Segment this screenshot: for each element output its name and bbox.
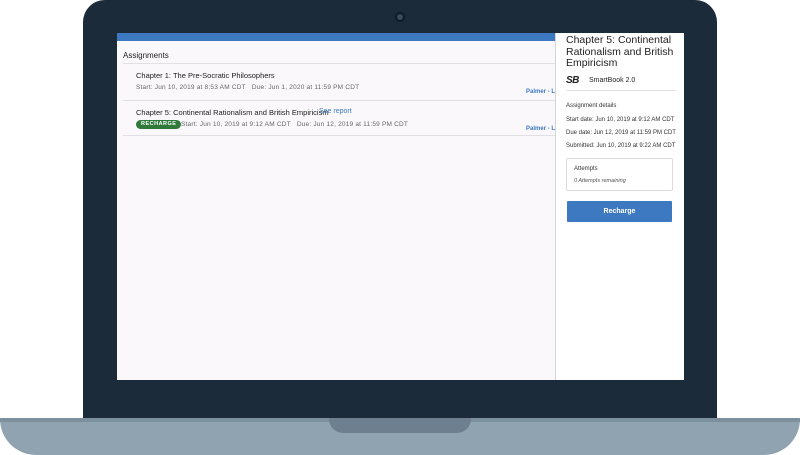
submitted-date: Submitted: Jun 10, 2019 at 9:22 AM CDT <box>566 143 676 149</box>
product-row: SB SmartBook 2.0 <box>566 75 676 91</box>
attempts-title: Attempts <box>574 166 598 172</box>
webcam-icon <box>395 12 405 22</box>
screen: Assignments Chapter 1: The Pre-Socratic … <box>117 33 684 380</box>
instructor-link[interactable]: Palmer - L <box>526 126 555 132</box>
instructor-link[interactable]: Palmer - L <box>526 89 555 95</box>
attempts-remaining: 0 Attempts remaining <box>574 178 626 184</box>
section-title: Assignments <box>123 51 169 60</box>
product-name: SmartBook 2.0 <box>589 77 636 84</box>
start-date: Start date: Jun 10, 2019 at 9:12 AM CDT <box>566 117 675 123</box>
assignments-pane: Assignments Chapter 1: The Pre-Socratic … <box>117 33 555 380</box>
assignment-title[interactable]: Chapter 1: The Pre-Socratic Philosophers <box>136 71 275 80</box>
assignment-dates: Start: Jun 10, 2019 at 9:12 AM CDT Due: … <box>181 121 408 128</box>
recharge-badge: RECHARGE <box>136 120 182 129</box>
assignment-due: Due: Jun 1, 2020 at 11:59 PM CDT <box>251 84 360 91</box>
assignment-detail-panel: Chapter 5: Continental Rationalism and B… <box>555 33 684 380</box>
assignment-list: Chapter 1: The Pre-Socratic Philosophers… <box>123 63 555 136</box>
smartbook-logo-icon: SB <box>566 75 579 86</box>
due-date: Due date: Jun 12, 2019 at 11:59 PM CDT <box>566 130 676 136</box>
top-bar <box>117 33 555 41</box>
assignment-start: Start: Jun 10, 2019 at 8:53 AM CDT <box>136 84 246 91</box>
assignment-card-chapter-1[interactable]: Chapter 1: The Pre-Socratic Philosophers… <box>123 64 555 100</box>
assignment-due: Due: Jun 12, 2019 at 11:59 PM CDT <box>296 121 409 128</box>
see-report-link[interactable]: See report <box>319 108 352 115</box>
assignment-dates: Start: Jun 10, 2019 at 8:53 AM CDT Due: … <box>136 84 359 91</box>
laptop-notch <box>329 418 471 433</box>
recharge-button[interactable]: Recharge <box>567 201 672 222</box>
details-heading: Assignment details <box>566 103 617 109</box>
panel-title: Chapter 5: Continental Rationalism and B… <box>566 34 674 69</box>
assignment-card-chapter-5[interactable]: Chapter 5: Continental Rationalism and B… <box>123 100 555 136</box>
assignment-start: Start: Jun 10, 2019 at 9:12 AM CDT <box>181 121 291 128</box>
assignment-title[interactable]: Chapter 5: Continental Rationalism and B… <box>136 108 329 117</box>
attempts-box: Attempts 0 Attempts remaining <box>566 158 673 191</box>
